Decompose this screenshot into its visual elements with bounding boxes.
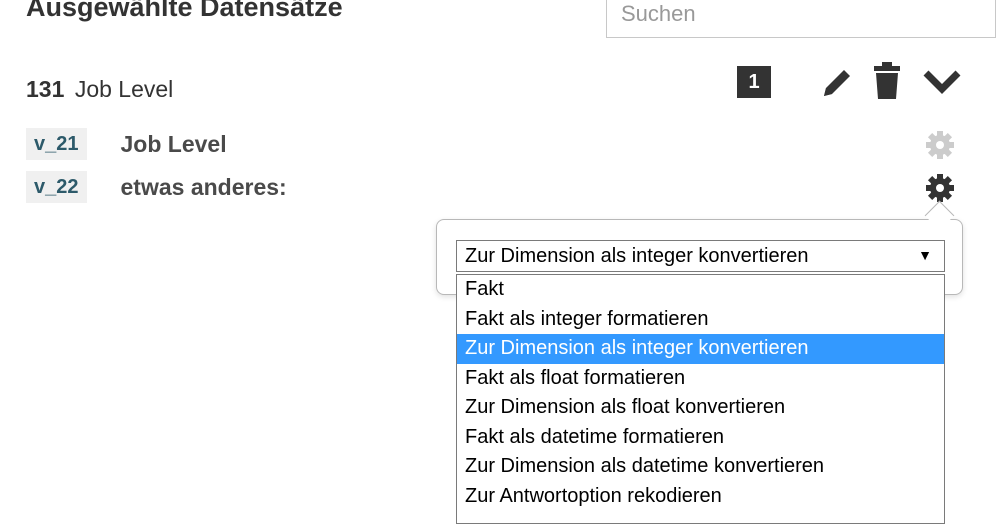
dropdown-option-selected[interactable]: Zur Dimension als integer konvertieren [457, 334, 944, 364]
trash-icon[interactable] [872, 61, 902, 101]
gear-icon[interactable] [925, 130, 955, 160]
dropdown-option[interactable]: Zur Dimension als float konvertieren [457, 393, 944, 423]
record-id: 131 [26, 76, 65, 102]
search-input[interactable] [606, 0, 996, 38]
variable-row: v_22 etwas anderes: [26, 171, 287, 203]
dropdown-option[interactable]: Fakt als integer formatieren [457, 305, 944, 335]
variable-row: v_21 Job Level [26, 128, 227, 160]
chevron-down-icon[interactable] [922, 66, 962, 98]
dropdown-option[interactable]: Fakt als float formatieren [457, 364, 944, 394]
record-row: 131 Job Level [26, 76, 173, 106]
variable-tag: v_21 [26, 128, 87, 160]
count-badge: 1 [737, 66, 771, 98]
dropdown-option[interactable]: Zur Antwortoption rekodieren [457, 482, 944, 512]
select-value: Zur Dimension als integer konvertieren [465, 244, 809, 267]
variable-label: etwas anderes: [120, 173, 287, 200]
variable-tag: v_22 [26, 171, 87, 203]
section-title: Ausgewählte Datensätze [26, 0, 343, 22]
select-caret-icon: ▼ [918, 247, 932, 263]
conversion-select[interactable]: Zur Dimension als integer konvertieren ▼ [456, 240, 945, 272]
dropdown-option[interactable]: Fakt als datetime formatieren [457, 423, 944, 453]
dropdown-option[interactable]: Fakt [457, 275, 944, 305]
variable-label: Job Level [120, 130, 227, 157]
gear-icon[interactable] [925, 173, 955, 203]
dropdown-option[interactable]: Zur Dimension als datetime konvertieren [457, 452, 944, 482]
conversion-options-list[interactable]: Fakt Fakt als integer formatieren Zur Di… [456, 274, 945, 524]
pencil-icon[interactable] [818, 63, 856, 101]
record-name: Job Level [74, 76, 174, 102]
